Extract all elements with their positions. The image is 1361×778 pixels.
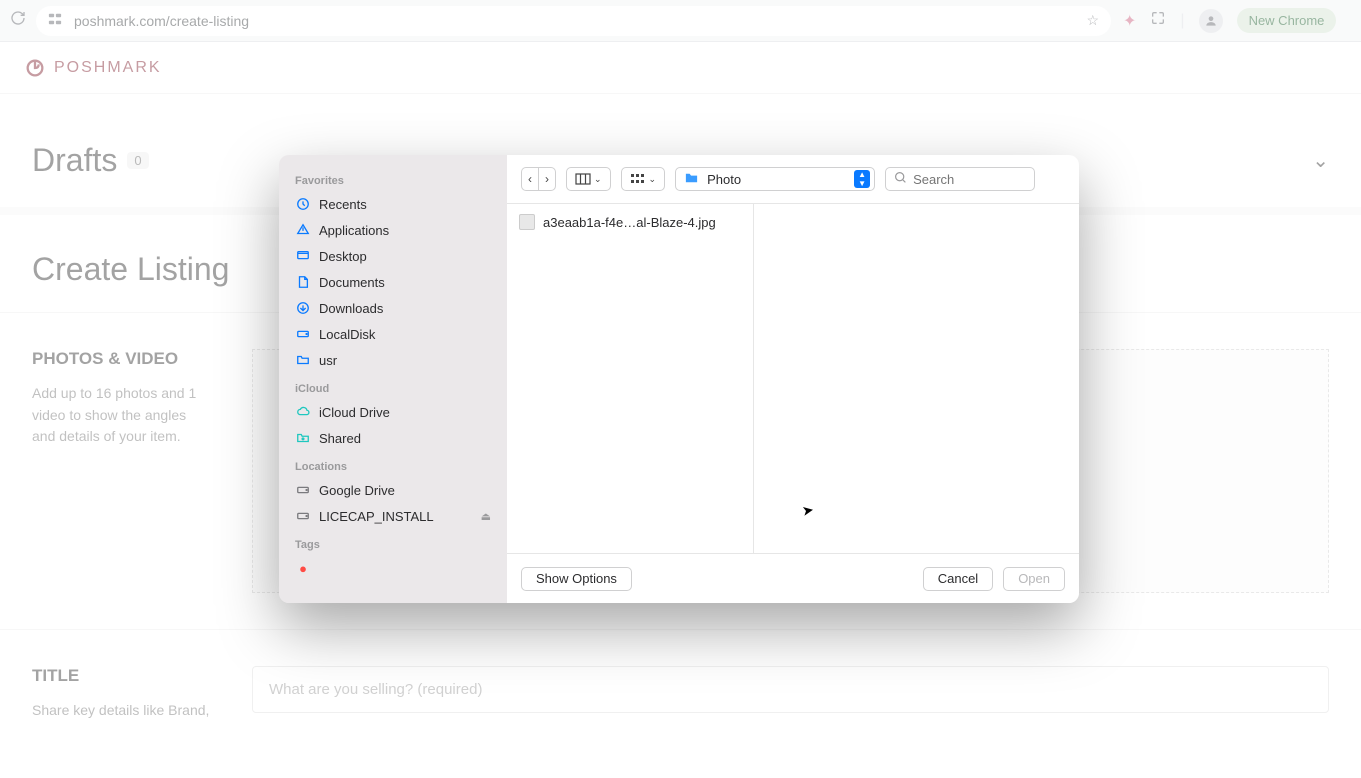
- sidebar-group-locations: Locations: [279, 451, 507, 477]
- sidebar-item-localdisk[interactable]: LocalDisk: [279, 321, 507, 347]
- sidebar-group-tags: Tags: [279, 529, 507, 555]
- sidebar-item-recents[interactable]: Recents: [279, 191, 507, 217]
- file-dialog-toolbar: ‹ › ⌄ ⌄ Photo ▲▼: [507, 155, 1079, 204]
- show-options-button[interactable]: Show Options: [521, 567, 632, 591]
- eject-icon[interactable]: ⏏: [481, 510, 491, 523]
- file-column-1[interactable]: a3eaab1a-f4e…al-Blaze-4.jpg: [507, 204, 754, 553]
- disk-icon: [295, 508, 311, 524]
- sidebar-group-icloud: iCloud: [279, 373, 507, 399]
- sidebar-item-usr[interactable]: usr: [279, 347, 507, 373]
- folder-name: Photo: [707, 172, 846, 187]
- file-dialog-footer: Show Options Cancel Open: [507, 554, 1079, 603]
- desktop-icon: [295, 248, 311, 264]
- view-columns-button[interactable]: ⌄: [566, 167, 611, 191]
- file-column-view: a3eaab1a-f4e…al-Blaze-4.jpg: [507, 204, 1079, 554]
- file-item[interactable]: a3eaab1a-f4e…al-Blaze-4.jpg: [507, 210, 753, 234]
- sidebar-item-tag-red[interactable]: ●: [279, 555, 507, 581]
- open-button[interactable]: Open: [1003, 567, 1065, 591]
- sidebar-item-shared[interactable]: Shared: [279, 425, 507, 451]
- sidebar-item-downloads[interactable]: Downloads: [279, 295, 507, 321]
- file-name: a3eaab1a-f4e…al-Blaze-4.jpg: [543, 215, 716, 230]
- nav-back-button[interactable]: ‹: [521, 167, 538, 191]
- applications-icon: [295, 222, 311, 238]
- clock-icon: [295, 196, 311, 212]
- mouse-cursor-icon: ➤: [801, 501, 816, 520]
- sidebar-item-desktop[interactable]: Desktop: [279, 243, 507, 269]
- disk-icon: [295, 482, 311, 498]
- nav-forward-button[interactable]: ›: [538, 167, 556, 191]
- file-column-2[interactable]: [754, 204, 1079, 553]
- file-open-dialog: Favorites Recents Applications Desktop D…: [279, 155, 1079, 603]
- sidebar-item-icloud-drive[interactable]: iCloud Drive: [279, 399, 507, 425]
- file-dialog-sidebar: Favorites Recents Applications Desktop D…: [279, 155, 507, 603]
- sidebar-item-licecap[interactable]: LICECAP_INSTALL⏏: [279, 503, 507, 529]
- nav-back-forward: ‹ ›: [521, 167, 556, 191]
- file-thumbnail-icon: [519, 214, 535, 230]
- sidebar-item-google-drive[interactable]: Google Drive: [279, 477, 507, 503]
- file-search-input[interactable]: [913, 172, 1026, 187]
- downloads-icon: [295, 300, 311, 316]
- document-icon: [295, 274, 311, 290]
- sidebar-item-applications[interactable]: Applications: [279, 217, 507, 243]
- cancel-button[interactable]: Cancel: [923, 567, 993, 591]
- cloud-icon: [295, 404, 311, 420]
- search-icon: [894, 171, 907, 187]
- file-search[interactable]: [885, 167, 1035, 191]
- folder-selector[interactable]: Photo ▲▼: [675, 167, 875, 191]
- shared-folder-icon: [295, 430, 311, 446]
- sidebar-group-favorites: Favorites: [279, 165, 507, 191]
- view-group-button[interactable]: ⌄: [621, 167, 666, 191]
- folder-icon: [295, 352, 311, 368]
- folder-icon: [684, 170, 699, 188]
- updown-arrows-icon: ▲▼: [854, 170, 870, 188]
- tag-dot-icon: ●: [295, 560, 311, 576]
- disk-icon: [295, 326, 311, 342]
- sidebar-item-documents[interactable]: Documents: [279, 269, 507, 295]
